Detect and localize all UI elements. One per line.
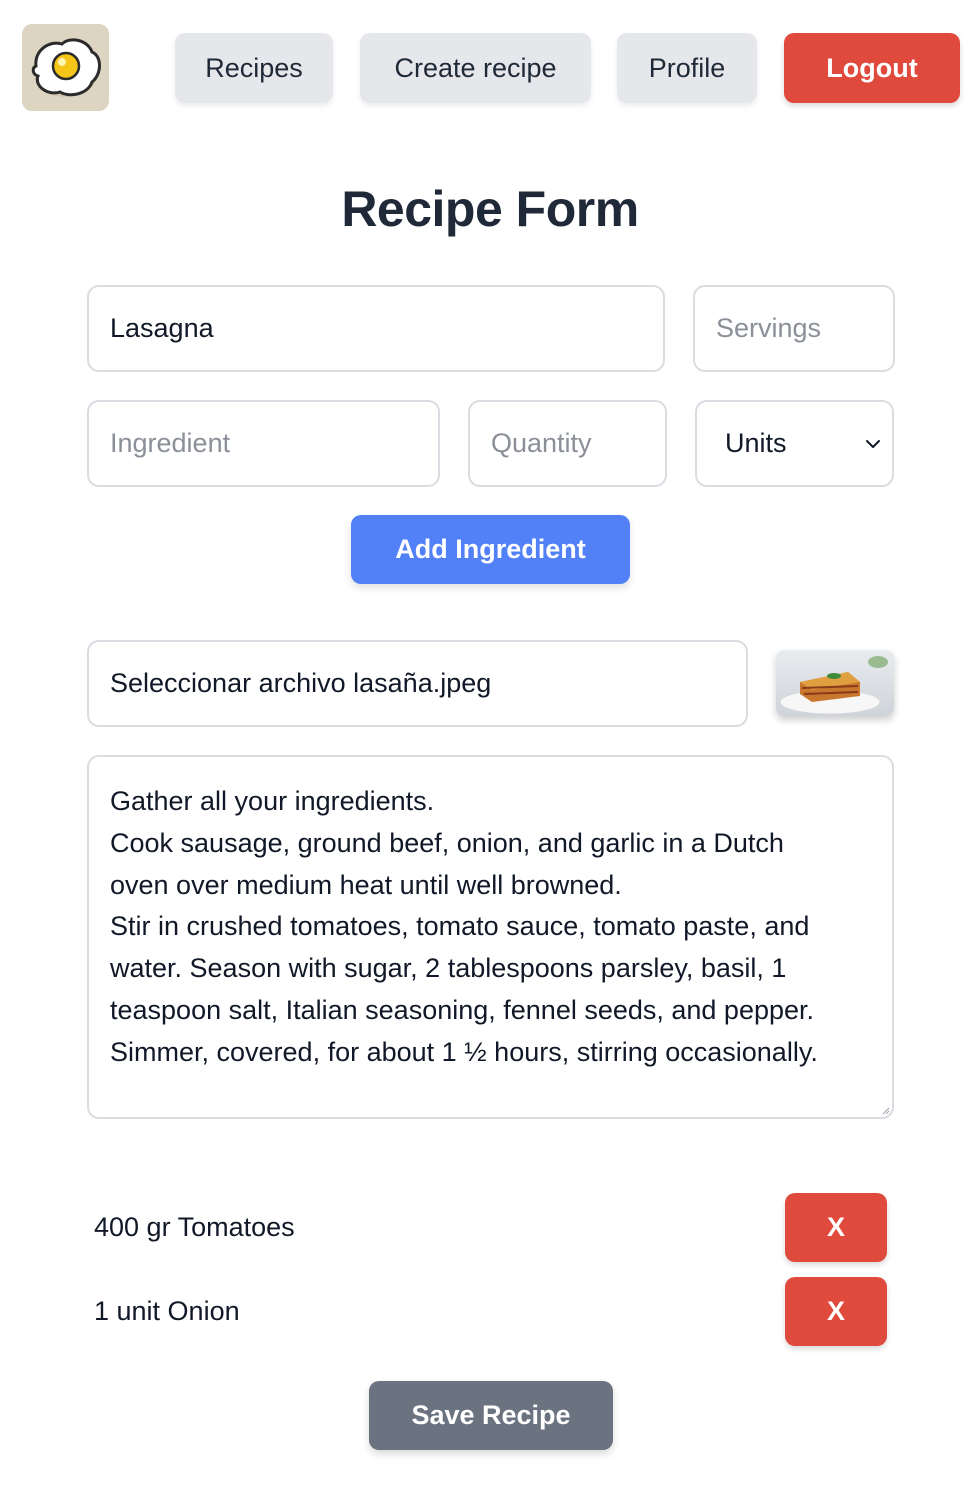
resize-handle-icon[interactable] — [880, 1105, 890, 1115]
instructions-line: Cook sausage, ground beef, onion, and ga… — [110, 827, 784, 858]
instructions-line: Stir in crushed tomatoes, tomato sauce, … — [110, 911, 810, 942]
ingredient-list-item: 1 unit Onion — [94, 1296, 240, 1326]
add-ingredient-button[interactable]: Add Ingredient — [351, 515, 630, 584]
instructions-line: Simmer, covered, for about 1 ½ hours, st… — [110, 1036, 818, 1067]
app-logo[interactable] — [22, 24, 109, 111]
recipe-image-preview — [776, 650, 894, 716]
remove-ingredient-button[interactable]: X — [785, 1277, 887, 1346]
page-title: Recipe Form — [341, 181, 639, 237]
recipe-name-input[interactable]: Lasagna — [87, 285, 665, 372]
image-file-input[interactable]: Seleccionar archivo lasaña.jpeg — [87, 640, 748, 727]
units-select-value: Units — [725, 428, 787, 458]
save-recipe-button[interactable]: Save Recipe — [369, 1381, 613, 1450]
file-choose-button[interactable]: Seleccionar archivo — [110, 668, 346, 699]
nav-recipes-button[interactable]: Recipes — [175, 33, 333, 103]
quantity-input[interactable]: Quantity — [468, 400, 667, 487]
file-name: lasaña.jpeg — [353, 668, 492, 698]
instructions-line: Gather all your ingredients. — [110, 786, 435, 816]
units-select[interactable]: Units — [695, 400, 894, 487]
servings-input[interactable]: Servings — [693, 285, 895, 372]
ingredient-input[interactable]: Ingredient — [87, 400, 440, 487]
fried-egg-icon — [31, 38, 101, 97]
ingredient-list-item: 400 gr Tomatoes — [94, 1212, 295, 1242]
instructions-textarea[interactable]: Gather all your ingredients. Cook sausag… — [87, 755, 894, 1119]
chevron-down-icon — [866, 439, 880, 448]
nav-create-recipe-button[interactable]: Create recipe — [360, 33, 591, 103]
instructions-line: teaspoon salt, Italian seasoning, fennel… — [110, 994, 815, 1025]
remove-ingredient-button[interactable]: X — [785, 1193, 887, 1262]
instructions-line: oven over medium heat until well browned… — [110, 869, 622, 900]
nav-profile-button[interactable]: Profile — [617, 33, 757, 103]
instructions-line: water. Season with sugar, 2 tablespoons … — [110, 953, 787, 984]
logout-button[interactable]: Logout — [784, 33, 960, 103]
